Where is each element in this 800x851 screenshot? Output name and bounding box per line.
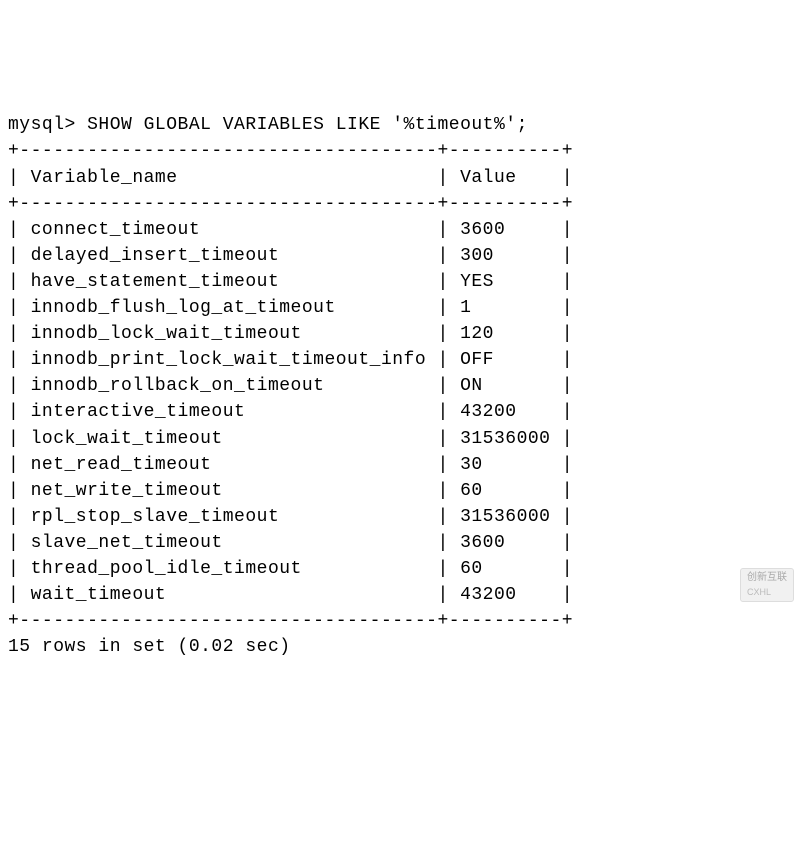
watermark-brand: 创新互联 [747, 572, 787, 583]
watermark-sub: CXHL [747, 586, 787, 599]
mysql-terminal-output: mysql> SHOW GLOBAL VARIABLES LIKE '%time… [8, 112, 792, 660]
watermark-badge: 创新互联 CXHL [740, 568, 794, 602]
